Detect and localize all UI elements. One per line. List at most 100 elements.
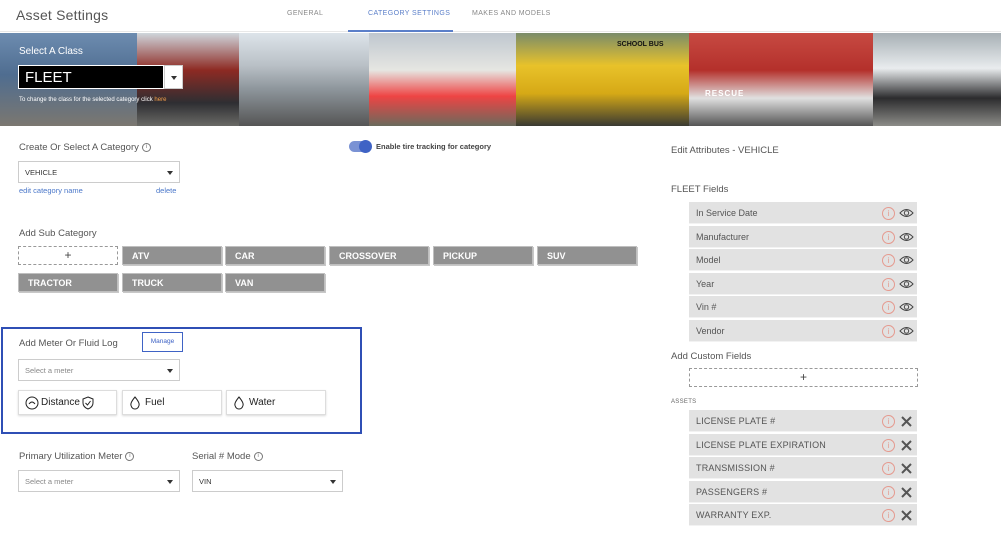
fleet-field-label: In Service Date — [696, 208, 758, 218]
edit-category-link[interactable]: edit category name — [19, 186, 83, 195]
eye-icon[interactable] — [899, 208, 914, 220]
class-dropdown-button[interactable] — [164, 65, 183, 89]
fleet-field-label: Vin # — [696, 302, 717, 312]
info-icon[interactable]: i — [253, 451, 263, 461]
info-icon[interactable]: i — [882, 277, 895, 291]
class-select[interactable]: FLEET — [18, 65, 164, 89]
close-icon[interactable] — [901, 486, 912, 500]
info-icon[interactable]: i — [125, 451, 135, 461]
info-icon[interactable]: i — [882, 438, 895, 452]
meter-select[interactable]: Select a meter — [18, 359, 180, 381]
asset-field-label: LICENSE PLATE EXPIRATION — [696, 439, 827, 450]
info-icon[interactable]: i — [882, 462, 895, 475]
banner-photo-fire-truck — [689, 33, 873, 126]
meter-card-water[interactable]: Water — [226, 390, 326, 415]
shield-check-icon — [82, 396, 94, 410]
info-icon[interactable]: i — [882, 415, 895, 428]
utilization-label: Primary Utilization Meter i — [19, 451, 135, 462]
asset-field-row: WARRANTY EXP. i — [689, 504, 917, 526]
info-icon[interactable]: i — [882, 324, 895, 338]
fleet-field-row: Year i — [689, 272, 917, 295]
tab-makes-and-models[interactable]: MAKES AND MODELS — [472, 10, 551, 17]
class-hint-link[interactable]: here — [154, 97, 166, 103]
banner-photo-tanker — [239, 33, 369, 126]
meter-select-placeholder: Select a meter — [25, 366, 74, 375]
close-icon[interactable] — [901, 510, 912, 523]
info-icon[interactable]: i — [882, 254, 895, 267]
subcategory-chip-truck[interactable]: TRUCK — [122, 273, 222, 292]
subcategory-chip-suv[interactable]: SUV — [537, 246, 637, 265]
serial-mode-label-text: Serial # Mode — [192, 451, 251, 462]
school-bus-sign: SCHOOL BUS — [617, 41, 664, 48]
close-icon[interactable] — [901, 439, 912, 453]
close-icon[interactable] — [901, 463, 912, 476]
drop-icon — [130, 396, 140, 410]
toggle-knob[interactable] — [359, 140, 372, 153]
fleet-field-label: Year — [696, 278, 715, 289]
assets-label: ASSETS — [671, 399, 697, 405]
info-icon[interactable]: i — [882, 509, 895, 522]
speedometer-icon — [25, 396, 39, 410]
info-icon[interactable]: i — [882, 485, 895, 499]
chevron-down-icon — [330, 480, 336, 484]
category-label: Create Or Select A Category i — [19, 142, 151, 153]
eye-icon[interactable] — [899, 255, 914, 267]
asset-field-label: LICENSE PLATE # — [696, 416, 776, 426]
close-icon[interactable] — [901, 416, 912, 429]
eye-icon[interactable] — [899, 279, 914, 291]
subcategory-chip-atv[interactable]: ATV — [122, 246, 222, 265]
utilization-label-text: Primary Utilization Meter — [19, 451, 123, 462]
info-icon[interactable]: i — [141, 142, 151, 152]
fleet-field-row: In Service Date i — [689, 202, 917, 224]
fleet-field-row: Model i — [689, 249, 917, 271]
subcategory-chip-van[interactable]: VAN — [225, 273, 325, 292]
subcategory-chip-tractor[interactable]: TRACTOR — [18, 273, 118, 292]
class-hint: To change the class for the selected cat… — [19, 97, 166, 103]
meter-label: Add Meter Or Fluid Log — [19, 338, 118, 349]
asset-field-label: TRANSMISSION # — [696, 463, 775, 473]
add-subcategory-button[interactable]: + — [18, 246, 118, 265]
info-icon[interactable]: i — [882, 301, 895, 314]
subcategory-chip-pickup[interactable]: PICKUP — [433, 246, 533, 265]
asset-field-label: WARRANTY EXP. — [696, 510, 772, 520]
eye-icon[interactable] — [899, 326, 914, 338]
chevron-down-icon — [167, 171, 173, 175]
rescue-sign: RESCUE — [705, 89, 745, 98]
tab-category-settings[interactable]: CATEGORY SETTINGS — [368, 10, 450, 17]
utilization-select[interactable]: Select a meter — [18, 470, 180, 492]
asset-field-row: LICENSE PLATE EXPIRATION i — [689, 433, 917, 456]
category-select[interactable]: VEHICLE — [18, 161, 180, 183]
page-title: Asset Settings — [16, 7, 109, 23]
delete-category-link[interactable]: delete — [156, 186, 176, 195]
class-hint-text: To change the class for the selected cat… — [19, 97, 155, 103]
utilization-select-placeholder: Select a meter — [25, 477, 74, 486]
asset-field-row: PASSENGERS # i — [689, 480, 917, 503]
asset-field-row: LICENSE PLATE # i — [689, 410, 917, 432]
subcategory-chip-crossover[interactable]: CROSSOVER — [329, 246, 429, 265]
info-icon[interactable]: i — [882, 207, 895, 220]
banner-photo-police-cars — [873, 33, 1001, 126]
asset-field-row: TRANSMISSION # i — [689, 457, 917, 479]
subcategory-chip-car[interactable]: CAR — [225, 246, 325, 265]
meter-card-label: Water — [249, 397, 276, 408]
meter-card-label: Fuel — [145, 397, 165, 408]
meter-card-fuel[interactable]: Fuel — [122, 390, 222, 415]
custom-fields-label: Add Custom Fields — [671, 351, 752, 362]
tab-general[interactable]: GENERAL — [287, 10, 323, 17]
meter-card-distance[interactable]: Distance — [18, 390, 117, 415]
page-header: Asset Settings GENERAL CATEGORY SETTINGS… — [0, 0, 1001, 32]
active-tab-indicator — [348, 30, 453, 32]
subcategory-label: Add Sub Category — [19, 228, 97, 239]
serial-mode-value: VIN — [199, 477, 212, 486]
fleet-field-row: Vendor i — [689, 319, 917, 342]
add-custom-field-button[interactable]: + — [689, 368, 918, 387]
serial-mode-label: Serial # Mode i — [192, 451, 263, 462]
fleet-field-label: Manufacturer — [696, 231, 750, 242]
info-icon[interactable]: i — [882, 230, 895, 244]
fleet-field-row: Manufacturer i — [689, 225, 917, 248]
manage-button[interactable]: Manage — [142, 332, 183, 352]
eye-icon[interactable] — [899, 302, 914, 314]
chevron-down-icon — [167, 480, 173, 484]
serial-mode-select[interactable]: VIN — [192, 470, 343, 492]
eye-icon[interactable] — [899, 232, 914, 244]
